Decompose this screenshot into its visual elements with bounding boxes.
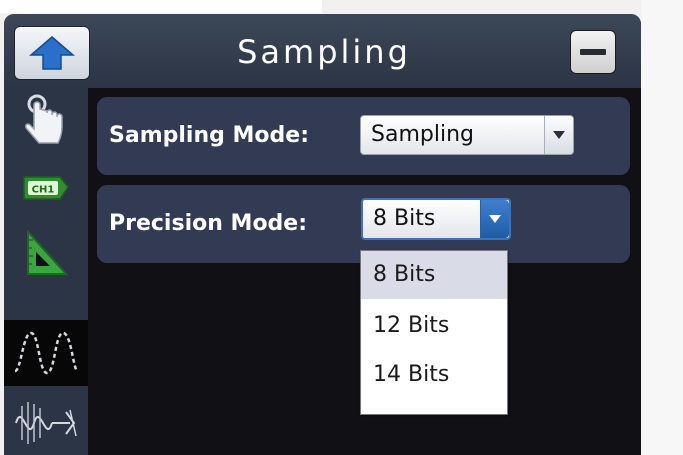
sidebar-item-channel[interactable]: CH1: [4, 154, 88, 220]
background-right-area: [641, 0, 683, 455]
sampling-mode-dropdown-button[interactable]: [544, 116, 573, 154]
sidebar-item-touch[interactable]: [4, 88, 88, 154]
sidebar: CH1: [4, 88, 88, 455]
back-button[interactable]: [14, 26, 90, 80]
titlebar: Sampling: [4, 14, 641, 88]
chevron-down-icon: [553, 131, 565, 139]
precision-option-12-bits[interactable]: 12 Bits: [361, 302, 507, 350]
sidebar-item-waveform[interactable]: [4, 320, 88, 386]
window-title: Sampling: [237, 33, 411, 71]
background-white-strip: [0, 0, 322, 13]
ruler-triangle-icon: [27, 229, 68, 275]
precision-option-14-bits[interactable]: 14 Bits: [361, 351, 507, 399]
chevron-down-icon: [489, 215, 501, 223]
sampling-mode-value: Sampling: [371, 122, 474, 147]
sine-wave-icon: [13, 331, 79, 375]
channel-icon-label: CH1: [32, 185, 55, 196]
precision-mode-dropdown-list: 8 Bits 12 Bits 14 Bits: [360, 250, 508, 415]
precision-mode-select[interactable]: 8 Bits: [361, 198, 511, 240]
channel-icon: CH1: [23, 176, 69, 200]
sampling-mode-label: Sampling Mode:: [109, 123, 309, 148]
fft-signal-icon: [15, 402, 77, 444]
sampling-panel: Sampling CH1 Sampling Mode: Sampling Pre…: [4, 14, 641, 455]
sidebar-item-fft[interactable]: [4, 390, 88, 455]
minus-icon: [580, 49, 606, 55]
sampling-mode-select[interactable]: Sampling: [360, 115, 574, 155]
precision-mode-value: 8 Bits: [373, 206, 436, 231]
precision-mode-label: Precision Mode:: [109, 211, 308, 236]
up-arrow-icon: [29, 36, 75, 70]
touch-hand-icon: [25, 94, 63, 144]
sampling-mode-row: Sampling Mode: Sampling: [97, 97, 630, 175]
sidebar-item-measure[interactable]: [4, 220, 88, 286]
minimize-button[interactable]: [570, 30, 616, 74]
precision-option-8-bits[interactable]: 8 Bits: [361, 251, 507, 299]
precision-mode-dropdown-button[interactable]: [480, 200, 509, 238]
